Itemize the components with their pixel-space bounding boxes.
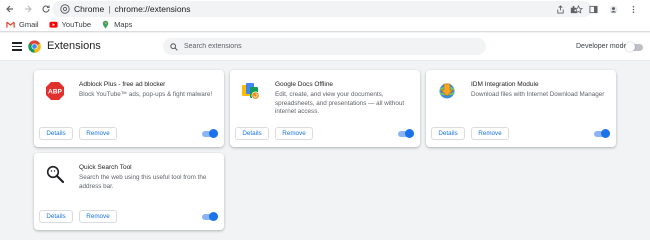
toolbar-actions — [566, 2, 640, 16]
details-button[interactable]: Details — [431, 127, 465, 140]
search-input[interactable] — [184, 43, 464, 50]
hamburger-menu-icon[interactable] — [12, 42, 22, 51]
extension-name: Quick Search Tool — [79, 164, 132, 171]
extension-name: Google Docs Offline — [275, 81, 334, 88]
details-button[interactable]: Details — [235, 127, 269, 140]
bookmark-label: Maps — [114, 20, 133, 29]
developer-mode-label: Developer mode — [576, 43, 628, 50]
url-divider: | — [108, 4, 111, 14]
bookmark-youtube[interactable]: YouTube — [49, 20, 91, 29]
abp-icon: ABP — [46, 82, 64, 100]
chrome-logo-icon — [28, 40, 41, 53]
forward-arrow-icon[interactable] — [20, 1, 36, 17]
profile-avatar-icon[interactable] — [606, 2, 620, 16]
extensions-header: Extensions Developer mode — [0, 33, 650, 61]
kebab-menu-icon[interactable] — [626, 2, 640, 16]
extension-enable-toggle[interactable] — [398, 129, 414, 138]
details-button[interactable]: Details — [39, 210, 73, 223]
bookmark-gmail[interactable]: Gmail — [6, 20, 39, 29]
remove-button[interactable]: Remove — [79, 210, 117, 223]
developer-mode-toggle[interactable] — [625, 42, 643, 52]
details-button[interactable]: Details — [39, 127, 73, 140]
idm-icon — [439, 83, 455, 99]
youtube-icon — [49, 20, 58, 29]
search-extensions-box[interactable] — [163, 38, 486, 55]
remove-button[interactable]: Remove — [275, 127, 313, 140]
address-bar[interactable]: Chrome | chrome://extensions — [52, 1, 592, 17]
page-title: Extensions — [47, 40, 101, 52]
extension-description: Download files with Internet Download Ma… — [471, 91, 605, 98]
bookmark-label: Gmail — [19, 20, 39, 29]
browser-toolbar: Chrome | chrome://extensions — [0, 0, 650, 18]
chrome-site-icon — [60, 4, 70, 14]
url-text: chrome://extensions — [114, 4, 191, 14]
extension-description: Block YouTube™ ads, pop-ups & fight malw… — [79, 91, 213, 98]
bookmarks-bar: Gmail YouTube Maps — [0, 18, 650, 32]
remove-button[interactable]: Remove — [79, 127, 117, 140]
extension-card-quick-search-tool: Quick Search Tool Search the web using t… — [34, 153, 224, 230]
remove-button[interactable]: Remove — [471, 127, 509, 140]
extensions-puzzle-icon[interactable] — [566, 2, 580, 16]
extension-card-idm-integration: IDM Integration Module Download files wi… — [426, 70, 616, 147]
share-icon[interactable] — [554, 3, 566, 15]
extension-name: Adblock Plus - free ad blocker — [79, 81, 166, 88]
extension-name: IDM Integration Module — [471, 81, 539, 88]
extension-description: Edit, create, and view your documents, s… — [275, 91, 405, 115]
bookmark-label: YouTube — [61, 20, 92, 29]
gmail-icon — [6, 20, 15, 29]
extension-card-google-docs-offline: Google Docs Offline Edit, create, and vi… — [230, 70, 420, 147]
side-panel-icon[interactable] — [586, 2, 600, 16]
extension-enable-toggle[interactable] — [202, 129, 218, 138]
extension-description: Search the web using this useful tool fr… — [79, 174, 207, 190]
back-arrow-icon[interactable] — [2, 1, 18, 17]
extension-enable-toggle[interactable] — [202, 212, 218, 221]
extension-card-adblock-plus: ABP Adblock Plus - free ad blocker Block… — [34, 70, 224, 147]
quick-search-icon — [46, 165, 65, 184]
maps-icon — [101, 20, 110, 29]
svg-text:ABP: ABP — [48, 89, 63, 96]
extension-enable-toggle[interactable] — [594, 129, 610, 138]
search-icon — [170, 42, 178, 51]
google-docs-offline-icon — [242, 83, 260, 100]
bookmark-maps[interactable]: Maps — [101, 20, 132, 29]
url-scheme-label: Chrome — [74, 4, 105, 14]
